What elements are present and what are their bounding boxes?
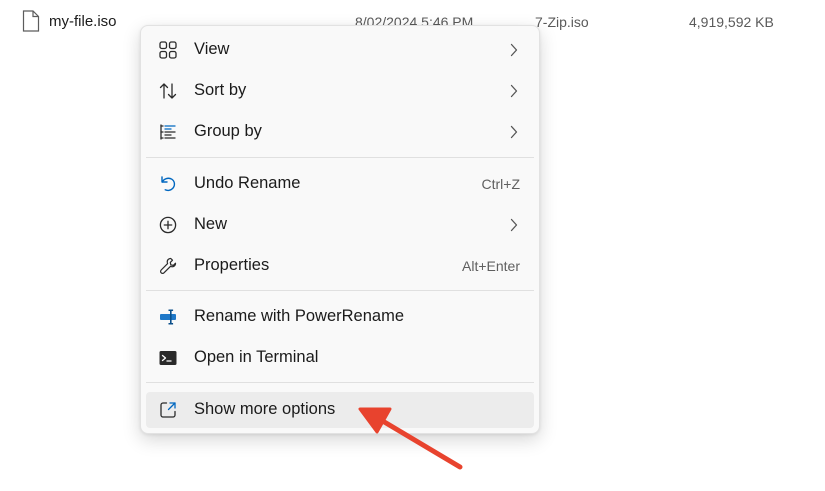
menu-item-group-by[interactable]: Group by: [146, 114, 534, 150]
menu-item-label: Group by: [194, 122, 262, 140]
file-icon: [22, 10, 40, 32]
menu-item-undo-rename[interactable]: Undo Rename Ctrl+Z: [146, 166, 534, 202]
menu-item-label: Rename with PowerRename: [194, 307, 405, 325]
chevron-right-icon: [510, 125, 518, 139]
menu-item-sort-by[interactable]: Sort by: [146, 73, 534, 109]
sort-icon: [159, 83, 177, 99]
grid-icon: [159, 41, 177, 59]
menu-item-label: Sort by: [194, 81, 247, 99]
annotation-arrow-icon: [358, 407, 463, 470]
file-size: 4,919,592 KB: [689, 14, 774, 30]
wrench-icon: [160, 257, 177, 274]
file-name: my-file.iso: [49, 13, 117, 30]
menu-item-label: View: [194, 40, 230, 58]
terminal-icon: [159, 351, 177, 365]
screenshot-root: my-file.iso 8/02/2024 5:46 PM 7-Zip.iso …: [0, 0, 825, 491]
menu-item-open-in-terminal[interactable]: Open in Terminal: [146, 340, 534, 376]
menu-item-label: Show more options: [194, 400, 336, 418]
chevron-right-icon: [510, 218, 518, 232]
shortcut-label: Alt+Enter: [462, 258, 520, 274]
menu-item-rename-with-powerrename[interactable]: Rename with PowerRename: [146, 299, 534, 335]
menu-separator: [146, 157, 534, 158]
external-open-icon: [160, 402, 176, 418]
menu-item-label: Undo Rename: [194, 174, 301, 192]
group-list-icon: [160, 124, 176, 140]
chevron-right-icon: [510, 84, 518, 98]
undo-icon: [161, 176, 176, 192]
shortcut-label: Ctrl+Z: [481, 176, 521, 192]
menu-item-properties[interactable]: Properties Alt+Enter: [146, 248, 534, 284]
file-type: 7-Zip.iso: [535, 14, 589, 30]
menu-item-label: Open in Terminal: [194, 348, 319, 366]
chevron-right-icon: [510, 43, 518, 57]
menu-separator: [146, 290, 534, 291]
menu-item-view[interactable]: View: [146, 32, 534, 68]
menu-item-show-more-options[interactable]: Show more options: [146, 392, 534, 428]
context-menu: View Sort by Group by Undo Rename Ctrl+Z…: [140, 25, 540, 434]
powerrename-icon: [160, 309, 176, 325]
plus-circle-icon: [159, 216, 177, 234]
menu-separator: [146, 382, 534, 383]
menu-item-label: Properties: [194, 256, 270, 274]
menu-item-new[interactable]: New: [146, 207, 534, 243]
menu-item-label: New: [194, 215, 228, 233]
